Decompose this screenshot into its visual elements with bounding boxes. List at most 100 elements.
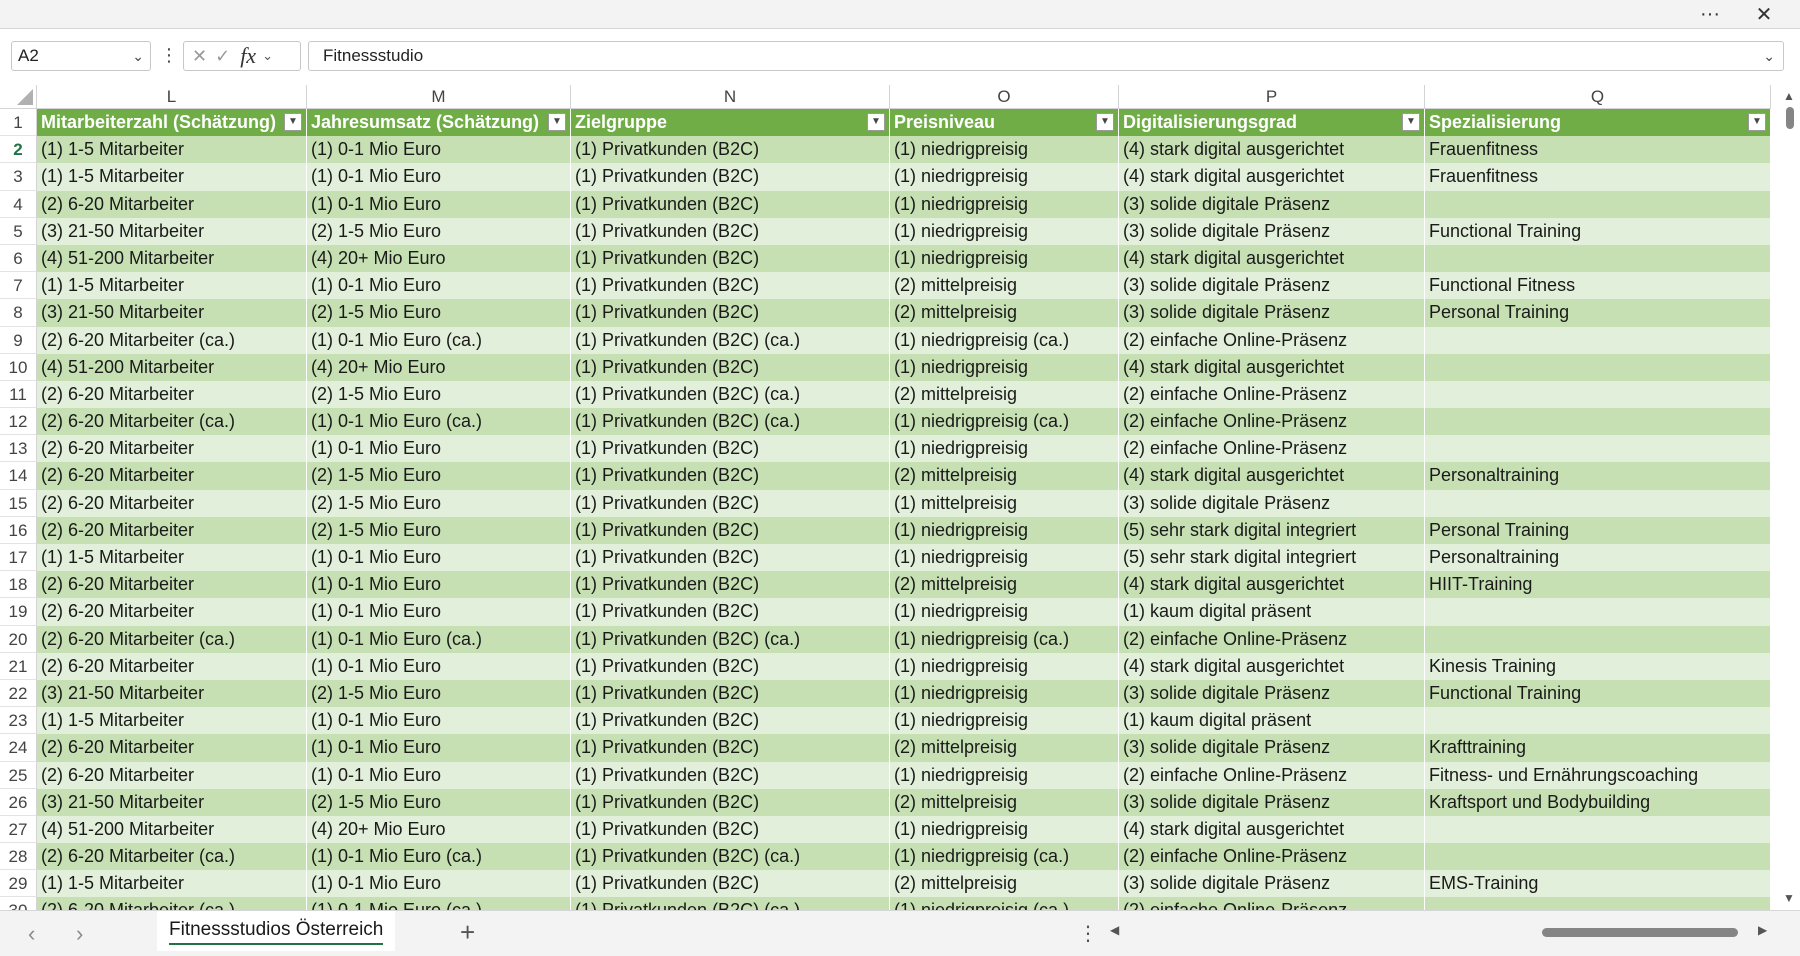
table-cell[interactable]: (2) einfache Online-Präsenz (1119, 761, 1425, 789)
table-cell[interactable]: Personaltraining (1425, 544, 1771, 572)
table-cell[interactable]: (1) kaum digital präsent (1119, 598, 1425, 626)
row-number[interactable]: 13 (0, 435, 37, 463)
row-number[interactable]: 24 (0, 734, 37, 762)
table-cell[interactable]: (1) Privatkunden (B2C) (ca.) (571, 625, 890, 653)
table-cell[interactable]: (1) niedrigpreisig (890, 544, 1119, 572)
table-cell[interactable]: (2) 1-5 Mio Euro (307, 788, 571, 816)
table-cell[interactable]: (1) Privatkunden (B2C) (571, 544, 890, 572)
table-cell[interactable]: (2) 1-5 Mio Euro (307, 489, 571, 517)
filter-dropdown-icon[interactable]: ▼ (1748, 113, 1766, 131)
table-cell[interactable]: Functional Training (1425, 217, 1771, 245)
table-cell[interactable]: (2) mittelpreisig (890, 734, 1119, 762)
table-cell[interactable]: (1) 0-1 Mio Euro (ca.) (307, 326, 571, 354)
column-header-o[interactable]: O (890, 85, 1119, 109)
table-cell[interactable] (1425, 380, 1771, 409)
table-cell[interactable]: (1) Privatkunden (B2C) (571, 435, 890, 463)
table-cell[interactable]: (1) 0-1 Mio Euro (307, 571, 571, 599)
row-number[interactable]: 2 (0, 136, 37, 164)
table-cell[interactable]: (2) 1-5 Mio Euro (307, 380, 571, 409)
table-cell[interactable]: (1) Privatkunden (B2C) (571, 489, 890, 517)
table-cell[interactable]: (4) stark digital ausgerichtet (1119, 244, 1425, 273)
horizontal-scroll-thumb[interactable] (1542, 928, 1738, 937)
row-number[interactable]: 16 (0, 516, 37, 544)
table-cell[interactable]: Personal Training (1425, 299, 1771, 327)
table-cell[interactable]: (2) mittelpreisig (890, 870, 1119, 898)
table-cell[interactable]: (4) 20+ Mio Euro (307, 353, 571, 381)
row-number[interactable]: 30 (0, 897, 37, 910)
vertical-ellipsis-icon[interactable]: ⋮ (1078, 921, 1098, 946)
ellipsis-icon[interactable]: ··· (1688, 0, 1732, 28)
table-cell[interactable]: (4) 51-200 Mitarbeiter (37, 244, 307, 273)
table-cell[interactable] (1425, 897, 1771, 910)
previous-sheet-icon[interactable]: ‹ (28, 921, 35, 947)
table-cell[interactable]: (1) niedrigpreisig (890, 217, 1119, 245)
table-cell[interactable]: (1) niedrigpreisig (890, 815, 1119, 844)
row-number[interactable]: 14 (0, 462, 37, 490)
table-cell[interactable]: (2) 6-20 Mitarbeiter (37, 190, 307, 218)
table-cell[interactable]: (2) 6-20 Mitarbeiter (37, 761, 307, 789)
chevron-down-icon[interactable]: ⌄ (262, 48, 273, 64)
table-cell[interactable]: (1) niedrigpreisig (ca.) (890, 408, 1119, 436)
column-header-p[interactable]: P (1119, 85, 1425, 109)
table-cell[interactable]: (1) Privatkunden (B2C) (ca.) (571, 380, 890, 409)
row-number[interactable]: 25 (0, 761, 37, 789)
row-number[interactable]: 15 (0, 489, 37, 517)
table-cell[interactable]: (1) Privatkunden (B2C) (571, 652, 890, 680)
table-cell[interactable]: (5) sehr stark digital integriert (1119, 544, 1425, 572)
row-number[interactable]: 9 (0, 326, 37, 354)
table-cell[interactable]: (2) 6-20 Mitarbeiter (37, 652, 307, 680)
table-cell[interactable]: (1) niedrigpreisig (890, 707, 1119, 735)
table-cell[interactable]: (1) Privatkunden (B2C) (571, 272, 890, 300)
filter-dropdown-icon[interactable]: ▼ (284, 113, 302, 131)
column-header-n[interactable]: N (571, 85, 890, 109)
table-cell[interactable]: (4) 20+ Mio Euro (307, 815, 571, 844)
table-cell[interactable]: (4) stark digital ausgerichtet (1119, 163, 1425, 191)
row-number[interactable]: 18 (0, 571, 37, 599)
table-cell[interactable]: (1) Privatkunden (B2C) (571, 217, 890, 245)
table-cell[interactable]: (2) einfache Online-Präsenz (1119, 897, 1425, 910)
table-cell[interactable]: (1) 0-1 Mio Euro (307, 163, 571, 191)
table-cell[interactable]: (1) Privatkunden (B2C) (571, 571, 890, 599)
table-cell[interactable]: (1) 0-1 Mio Euro (ca.) (307, 843, 571, 871)
expand-formula-bar-icon[interactable]: ⌄ (1763, 42, 1775, 70)
filter-dropdown-icon[interactable]: ▼ (1402, 113, 1420, 131)
table-cell[interactable]: (2) 6-20 Mitarbeiter (ca.) (37, 326, 307, 354)
table-cell[interactable]: (1) Privatkunden (B2C) (571, 353, 890, 381)
header-cell[interactable]: Zielgruppe ▼ (571, 109, 890, 137)
table-cell[interactable]: (1) Privatkunden (B2C) (ca.) (571, 408, 890, 436)
table-cell[interactable]: (2) einfache Online-Präsenz (1119, 625, 1425, 653)
table-cell[interactable]: (1) Privatkunden (B2C) (571, 598, 890, 626)
table-cell[interactable]: (1) Privatkunden (B2C) (571, 707, 890, 735)
table-cell[interactable]: (1) niedrigpreisig (890, 679, 1119, 708)
table-cell[interactable]: (3) solide digitale Präsenz (1119, 217, 1425, 245)
table-cell[interactable]: (3) solide digitale Präsenz (1119, 190, 1425, 218)
row-number[interactable]: 22 (0, 679, 37, 708)
table-cell[interactable]: (1) niedrigpreisig (890, 353, 1119, 381)
table-cell[interactable] (1425, 244, 1771, 273)
row-number[interactable]: 12 (0, 408, 37, 436)
scroll-up-icon[interactable]: ▲ (1783, 89, 1795, 103)
table-cell[interactable]: HIIT-Training (1425, 571, 1771, 599)
table-cell[interactable]: (4) stark digital ausgerichtet (1119, 353, 1425, 381)
table-cell[interactable]: Krafttraining (1425, 734, 1771, 762)
table-cell[interactable] (1425, 326, 1771, 354)
vertical-scroll-thumb[interactable] (1786, 107, 1794, 129)
table-cell[interactable]: (1) 1-5 Mitarbeiter (37, 136, 307, 164)
table-cell[interactable]: (3) 21-50 Mitarbeiter (37, 679, 307, 708)
table-cell[interactable]: (4) stark digital ausgerichtet (1119, 462, 1425, 490)
table-cell[interactable]: (3) solide digitale Präsenz (1119, 272, 1425, 300)
table-cell[interactable]: (1) niedrigpreisig (890, 136, 1119, 164)
table-cell[interactable]: (4) 20+ Mio Euro (307, 244, 571, 273)
insert-function-icon[interactable]: fx (240, 43, 256, 69)
table-cell[interactable] (1425, 843, 1771, 871)
table-cell[interactable]: (2) 1-5 Mio Euro (307, 217, 571, 245)
row-number[interactable]: 19 (0, 598, 37, 626)
table-cell[interactable]: (2) mittelpreisig (890, 788, 1119, 816)
table-cell[interactable]: (2) 6-20 Mitarbeiter (37, 489, 307, 517)
table-cell[interactable]: (1) 1-5 Mitarbeiter (37, 544, 307, 572)
table-cell[interactable]: (3) 21-50 Mitarbeiter (37, 299, 307, 327)
table-cell[interactable]: (1) niedrigpreisig (ca.) (890, 897, 1119, 910)
name-box[interactable]: A2 ⌄ (11, 41, 151, 71)
table-cell[interactable]: (1) 0-1 Mio Euro (307, 870, 571, 898)
row-number[interactable]: 26 (0, 788, 37, 816)
